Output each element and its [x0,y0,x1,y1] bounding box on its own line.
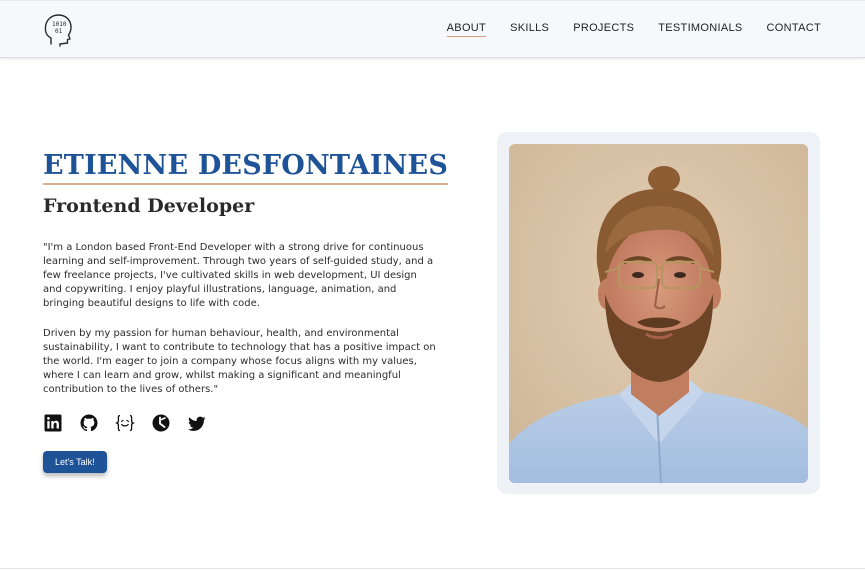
linkedin-icon[interactable] [43,413,63,433]
section-divider [0,568,865,569]
head-binary-icon[interactable]: 1010 01 [43,13,75,47]
svg-text:01: 01 [55,28,63,35]
bio-paragraph-2: Driven by my passion for human behaviour… [43,328,436,395]
developer-name: ETIENNE DESFONTAINES [43,150,449,185]
nav-skills[interactable]: SKILLS [510,22,549,37]
nav-about[interactable]: ABOUT [446,22,487,37]
svg-text:1010: 1010 [52,21,67,28]
github-icon[interactable] [79,413,99,433]
photo-frame [497,132,820,494]
developer-role: Frontend Developer [43,195,255,217]
nav-projects[interactable]: PROJECTS [573,22,634,37]
bio-paragraph-1: "I'm a London based Front-End Developer … [43,242,434,309]
twitter-icon[interactable] [187,413,207,433]
nav-contact[interactable]: CONTACT [767,22,821,37]
codewars-icon[interactable] [115,413,135,433]
gitlab-clock-icon[interactable] [151,413,171,433]
portrait-photo [509,144,808,483]
about-section: ETIENNE DESFONTAINES Frontend Developer … [43,150,449,473]
social-links [43,413,438,433]
site-header: 1010 01 ABOUT SKILLS PROJECTS TESTIMONIA… [0,0,865,58]
main-nav: ABOUT SKILLS PROJECTS TESTIMONIALS CONTA… [446,22,821,37]
nav-testimonials[interactable]: TESTIMONIALS [658,22,742,37]
lets-talk-button[interactable]: Let's Talk! [43,451,107,473]
